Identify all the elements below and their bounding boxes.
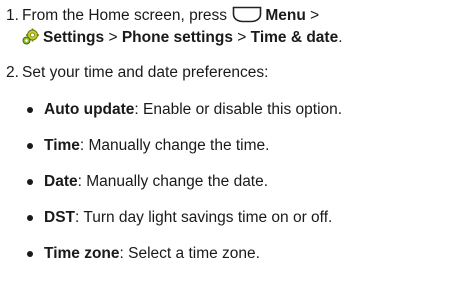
option-term: Date: [44, 173, 78, 190]
separator: >: [108, 29, 118, 46]
step-2-text: Set your time and date preferences:: [22, 64, 269, 81]
option-term: DST: [44, 209, 75, 226]
option-desc: : Select a time zone.: [119, 245, 260, 262]
option-desc: : Turn day light savings time on or off.: [75, 209, 333, 226]
menu-arrow: >: [310, 7, 320, 24]
bullet-icon: [27, 107, 33, 113]
option-term: Time: [44, 137, 80, 154]
option-desc: : Manually change the date.: [77, 173, 269, 190]
settings-icon: [22, 28, 39, 45]
option-term: Auto update: [44, 101, 135, 118]
step-1-line-2: Settings > Phone settings > Time & date.: [22, 28, 343, 48]
step-1-line-1: From the Home screen, press Menu >: [22, 6, 319, 26]
option-desc: : Enable or disable this option.: [134, 101, 343, 118]
time-date-label: Time & date: [250, 29, 339, 46]
separator: >: [237, 29, 247, 46]
step-1-prefix: From the Home screen, press: [22, 7, 228, 24]
menu-label: Menu: [265, 7, 306, 24]
bullet-icon: [27, 215, 33, 221]
step-number: 1.: [6, 7, 19, 24]
option-desc: : Manually change the time.: [79, 137, 270, 154]
option-term: Time zone: [44, 245, 120, 262]
end-period: .: [338, 29, 343, 46]
settings-label: Settings: [43, 29, 105, 46]
bullet-icon: [27, 143, 33, 149]
bullet-icon: [27, 251, 33, 257]
bullet-icon: [27, 179, 33, 185]
step-number: 2.: [6, 64, 19, 81]
phone-settings-label: Phone settings: [121, 29, 233, 46]
instructions-document: 1. From the Home screen, press Menu > Se…: [0, 0, 464, 282]
menu-key-icon: [233, 6, 262, 23]
